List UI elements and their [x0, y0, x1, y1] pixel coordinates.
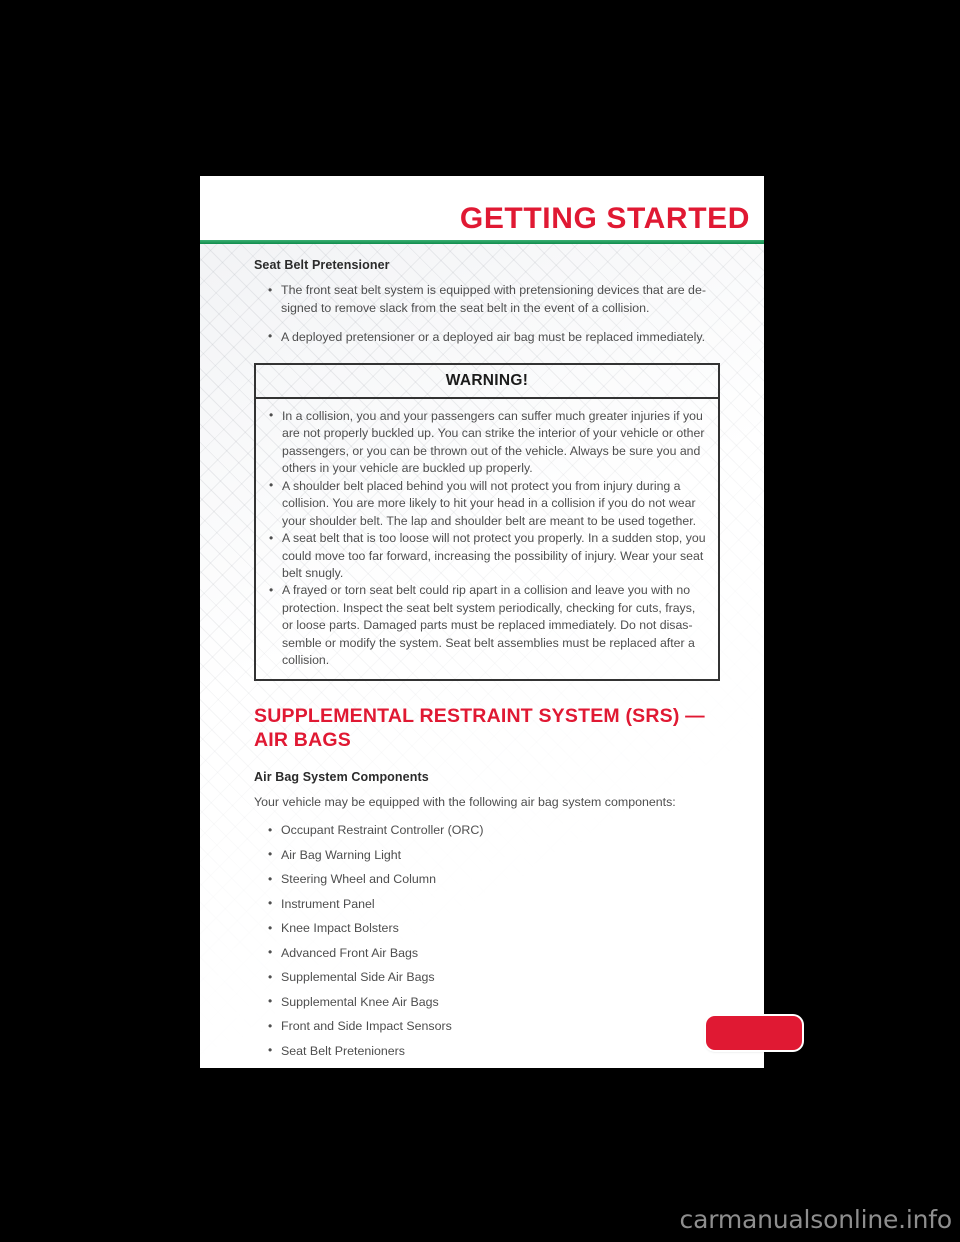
- pretensioner-bullet-list: The front seat belt system is equipped w…: [266, 282, 728, 347]
- seat-belt-pretensioner-heading: Seat Belt Pretensioner: [254, 258, 390, 272]
- list-item: A shoulder belt placed behind you will n…: [266, 477, 706, 530]
- warning-box: WARNING! In a collision, you and your pa…: [254, 362, 720, 681]
- list-item: Air Bag Warning Light: [266, 846, 734, 865]
- air-bag-components-intro: Your vehicle may be equipped with the fo…: [254, 795, 676, 810]
- content-column: Seat Belt Pretensioner The front seat be…: [200, 244, 764, 1068]
- list-item: Steering Wheel and Column: [266, 871, 734, 889]
- warning-bullet-list: In a collision, you and your passengers …: [266, 407, 706, 670]
- list-item: Seat Belt Buckle Switch: [266, 1067, 734, 1068]
- list-item: Supplemental Side Air Bags: [266, 969, 734, 987]
- list-item: Seat Belt Pretenioners: [266, 1042, 734, 1061]
- srs-section-heading: SUPPLEMENTAL RESTRAINT SYSTEM (SRS) — AI…: [254, 704, 705, 751]
- list-item: In a collision, you and your passengers …: [266, 407, 706, 478]
- manual-page-sheet: GETTING STARTED Seat Belt Pretensioner T…: [200, 176, 802, 1068]
- page-number-badge-clip: 11: [706, 1012, 764, 1054]
- site-watermark: carmanualsonline.info: [679, 1205, 953, 1234]
- warning-box-title: WARNING!: [256, 365, 718, 399]
- list-item: Advanced Front Air Bags: [266, 944, 734, 963]
- page-title: GETTING STARTED: [459, 202, 750, 235]
- list-item: Front and Side Impact Sensors: [266, 1018, 734, 1036]
- list-item: Supplemental Knee Air Bags: [266, 993, 734, 1012]
- list-item: A seat belt that is too loose will not p…: [266, 530, 706, 582]
- air-bag-components-list: Occupant Restraint Controller (ORC) Air …: [266, 822, 734, 1068]
- page-content-area: Seat Belt Pretensioner The front seat be…: [200, 244, 764, 1068]
- list-item: Knee Impact Bolsters: [266, 920, 734, 938]
- list-item: Occupant Restraint Controller (ORC): [266, 822, 734, 840]
- list-item: A frayed or torn seat belt could rip apa…: [266, 582, 706, 669]
- list-item: A deployed pretensioner or a deployed ai…: [266, 328, 728, 347]
- list-item: Instrument Panel: [266, 895, 734, 914]
- warning-box-body: In a collision, you and your passengers …: [256, 399, 718, 679]
- air-bag-components-heading: Air Bag System Components: [254, 770, 429, 785]
- list-item: The front seat belt system is equipped w…: [266, 282, 728, 318]
- page-header: GETTING STARTED: [200, 176, 764, 240]
